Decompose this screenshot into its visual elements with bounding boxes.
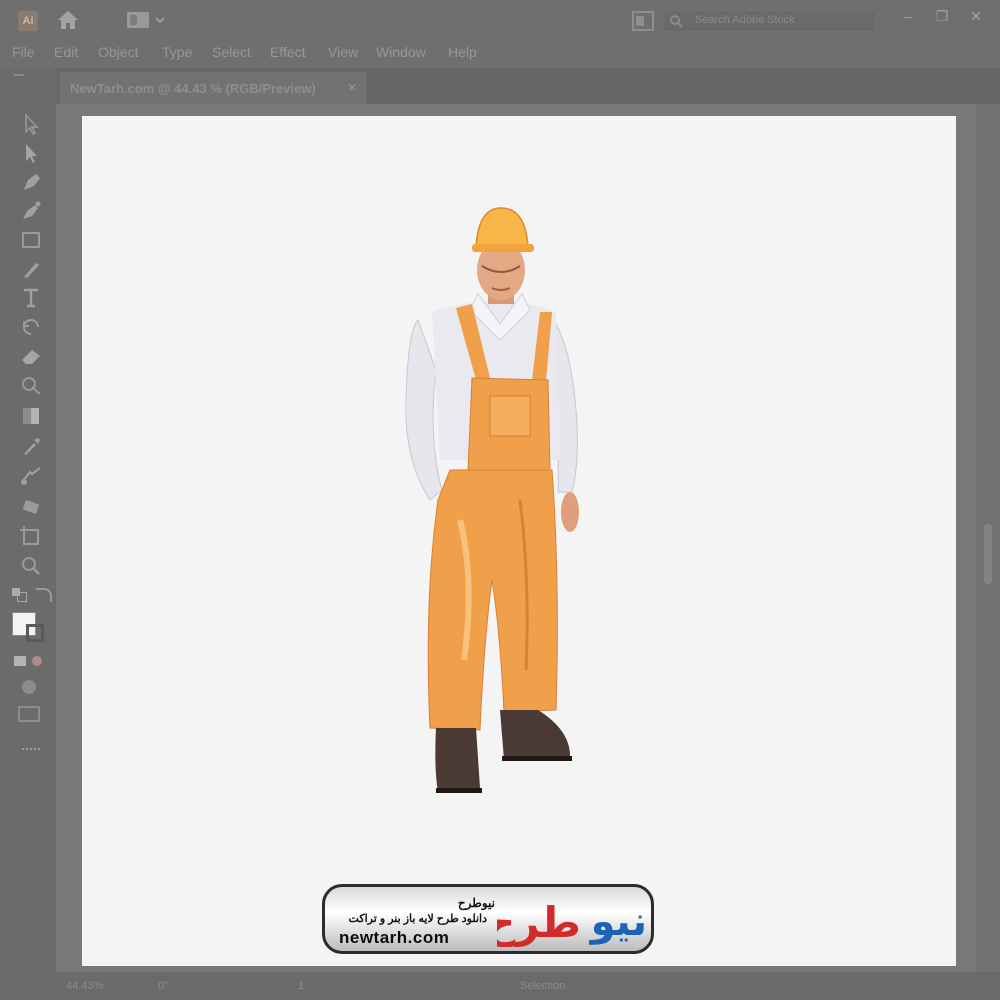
arrange-icon[interactable] (632, 11, 654, 31)
selection-tool[interactable] (18, 112, 44, 136)
title-bar: Ai Search Adobe Stock – ❐ ✕ (0, 0, 1000, 40)
app-logo-icon: Ai (18, 11, 38, 31)
svg-text:طرح: طرح (497, 898, 581, 947)
menu-window[interactable]: Window (376, 44, 426, 60)
gradient-tool[interactable] (18, 404, 44, 428)
artboard-number[interactable]: 1 (298, 980, 304, 992)
zoom-tool-icon (22, 557, 40, 575)
shape-builder-tool[interactable] (18, 374, 44, 398)
eraser-tool[interactable] (18, 344, 44, 368)
type-tool[interactable] (18, 286, 44, 310)
color-mode-icon[interactable] (14, 656, 44, 666)
artboard-tool[interactable] (18, 524, 44, 548)
direct-selection-tool[interactable] (18, 141, 44, 165)
direct-selection-tool-icon (26, 144, 37, 163)
menu-effect[interactable]: Effect (270, 44, 306, 60)
construction-worker-illustration[interactable] (380, 200, 620, 800)
menu-type[interactable]: Type (162, 44, 192, 60)
swap-colors-icon[interactable] (36, 588, 52, 602)
minimize-button[interactable]: – (898, 6, 918, 26)
menu-view[interactable]: View (328, 44, 358, 60)
eyedropper-tool-icon (24, 438, 40, 455)
stock-search-field[interactable]: Search Adobe Stock (662, 10, 876, 32)
rectangle-tool[interactable] (18, 228, 44, 252)
rectangle-tool-icon (22, 232, 40, 248)
pen-tool[interactable] (18, 170, 44, 194)
symbol-sprayer-tool[interactable] (18, 494, 44, 518)
default-colors-icon[interactable] (12, 588, 27, 602)
paintbrush-tool-icon (24, 263, 39, 278)
watermark-tagline: دانلود طرح لایه باز بنر و تراکت (348, 913, 487, 925)
blend-tool-icon (21, 467, 41, 485)
vertical-scrollbar[interactable] (976, 104, 1000, 972)
status-bar: 44.43% 0° 1 Selection (0, 972, 1000, 1000)
blend-tool[interactable] (18, 464, 44, 488)
selection-tool-icon (25, 113, 39, 136)
search-placeholder: Search Adobe Stock (695, 14, 795, 26)
watermark-name: نیوطرح (457, 896, 495, 910)
gradient-tool-icon (23, 408, 39, 424)
watermark-badge: نیوطرح دانلود طرح لایه باز بنر و تراکت n… (322, 884, 654, 954)
menu-bar: File Edit Object Type Select Effect View… (0, 40, 1000, 68)
document-tab-bar: NewTarh.com @ 44.43 % (RGB/Preview) × (56, 68, 1000, 104)
symbol-sprayer-tool-icon (22, 499, 40, 515)
artboard-tool-icon (20, 526, 39, 545)
eyedropper-tool[interactable] (18, 434, 44, 458)
more-tools-icon[interactable] (22, 748, 40, 753)
stroke-swatch[interactable] (26, 624, 44, 642)
rotate-tool[interactable] (18, 315, 44, 339)
draw-mode-icon[interactable] (22, 680, 36, 694)
rotation-view[interactable]: 0° (158, 980, 169, 992)
search-icon (670, 15, 683, 28)
close-icon[interactable]: × (348, 79, 356, 95)
home-icon[interactable] (56, 9, 80, 31)
document-tab-title: NewTarh.com @ 44.43 % (RGB/Preview) (70, 81, 316, 96)
zoom-level[interactable]: 44.43% (66, 980, 103, 992)
panel-grip[interactable] (14, 74, 24, 76)
menu-object[interactable]: Object (98, 44, 138, 60)
curvature-tool[interactable] (18, 199, 44, 223)
rotate-tool-icon (23, 319, 39, 335)
screen-mode-icon[interactable] (18, 706, 40, 722)
watermark-url: newtarh.com (339, 928, 450, 947)
menu-edit[interactable]: Edit (54, 44, 78, 60)
eraser-tool-icon (22, 350, 40, 364)
type-tool-icon (24, 288, 38, 308)
svg-text:نیو: نیو (589, 899, 647, 945)
document-tab[interactable]: NewTarh.com @ 44.43 % (RGB/Preview) × (60, 72, 366, 104)
pen-tool-icon (24, 174, 40, 190)
paintbrush-tool[interactable] (18, 257, 44, 281)
workspace-icon[interactable] (126, 11, 166, 29)
menu-file[interactable]: File (12, 44, 35, 60)
curvature-tool-icon (23, 201, 41, 219)
menu-help[interactable]: Help (448, 44, 477, 60)
current-tool-label: Selection (520, 980, 566, 992)
menu-select[interactable]: Select (212, 44, 251, 60)
shape-builder-tool-icon (22, 377, 41, 395)
close-window-button[interactable]: ✕ (966, 6, 986, 26)
restore-button[interactable]: ❐ (932, 6, 952, 26)
zoom-tool[interactable] (18, 554, 44, 578)
newtarh-logo-icon: نیو طرح (497, 898, 647, 947)
scrollbar-thumb[interactable] (984, 524, 992, 584)
